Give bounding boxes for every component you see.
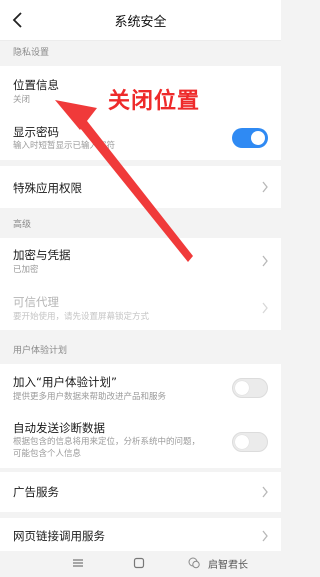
join-ux-subtitle: 提供更多用户数据来帮助改进产品和服务: [13, 392, 167, 402]
special-access-row[interactable]: 特殊应用权限: [0, 166, 281, 208]
join-ux-row[interactable]: 加入“用户体验计划” 提供更多用户数据来帮助改进产品和服务: [0, 364, 281, 410]
web-link-title: 网页链接调用服务: [13, 529, 105, 543]
web-link-card: 网页链接调用服务: [0, 518, 281, 551]
special-access-card: 特殊应用权限: [0, 166, 281, 208]
chevron-right-icon: [262, 486, 268, 498]
web-link-row[interactable]: 网页链接调用服务: [0, 518, 281, 551]
ads-row[interactable]: 广告服务: [0, 472, 281, 512]
trust-agents-subtitle: 要开始使用，请先设置屏幕锁定方式: [13, 312, 150, 322]
show-password-subtitle: 输入时短暂显示已输入字符: [13, 141, 116, 151]
join-ux-toggle[interactable]: [232, 378, 268, 398]
diagnostics-row[interactable]: 自动发送诊断数据 根据包含的信息将用来定位，分析系统中的问题， 可能包含个人信息: [0, 410, 281, 468]
chevron-right-icon: [262, 181, 268, 193]
join-ux-title: 加入“用户体验计划”: [13, 375, 117, 389]
toggle-knob: [251, 131, 265, 145]
encryption-title: 加密与凭据: [13, 248, 71, 262]
diagnostics-toggle[interactable]: [232, 432, 268, 452]
encryption-row[interactable]: 加密与凭据 已加密: [0, 238, 281, 284]
special-access-title: 特殊应用权限: [13, 181, 82, 195]
advanced-card: 加密与凭据 已加密 可信代理 要开始使用，请先设置屏幕锁定方式: [0, 238, 281, 330]
trust-agents-row: 可信代理 要开始使用，请先设置屏幕锁定方式: [0, 284, 281, 330]
diagnostics-title: 自动发送诊断数据: [13, 421, 105, 435]
location-status: 关闭: [13, 95, 31, 105]
title-bar: 系统安全: [0, 0, 281, 41]
show-password-title: 显示密码: [13, 125, 59, 139]
ads-card: 广告服务: [0, 472, 281, 512]
location-title: 位置信息: [13, 78, 59, 92]
show-password-row[interactable]: 显示密码 输入时短暂显示已输入字符: [0, 118, 281, 160]
section-header-advanced: 高级: [0, 208, 281, 238]
show-password-toggle[interactable]: [232, 128, 268, 148]
section-header-ux-program: 用户体验计划: [0, 336, 281, 364]
ads-title: 广告服务: [13, 485, 59, 499]
home-icon[interactable]: [133, 557, 145, 569]
chevron-right-icon: [262, 255, 268, 267]
trust-agents-title: 可信代理: [13, 295, 59, 309]
page-title: 系统安全: [114, 15, 167, 30]
toggle-knob: [235, 435, 249, 449]
menu-icon[interactable]: [72, 557, 84, 569]
wechat-logo-icon: [188, 557, 200, 569]
chevron-right-icon: [262, 530, 268, 542]
encryption-status: 已加密: [13, 265, 39, 275]
section-header-privacy: 隐私设置: [0, 41, 281, 66]
ux-program-card: 加入“用户体验计划” 提供更多用户数据来帮助改进产品和服务 自动发送诊断数据 根…: [0, 364, 281, 468]
chevron-right-icon: [262, 302, 268, 314]
annotation-label: 关闭位置: [108, 89, 201, 114]
diagnostics-subtitle-line2: 可能包含个人信息: [13, 449, 82, 459]
diagnostics-subtitle-line1: 根据包含的信息将用来定位，分析系统中的问题，: [13, 437, 201, 447]
toggle-knob: [235, 381, 249, 395]
watermark-text: 启智君长: [208, 560, 248, 571]
